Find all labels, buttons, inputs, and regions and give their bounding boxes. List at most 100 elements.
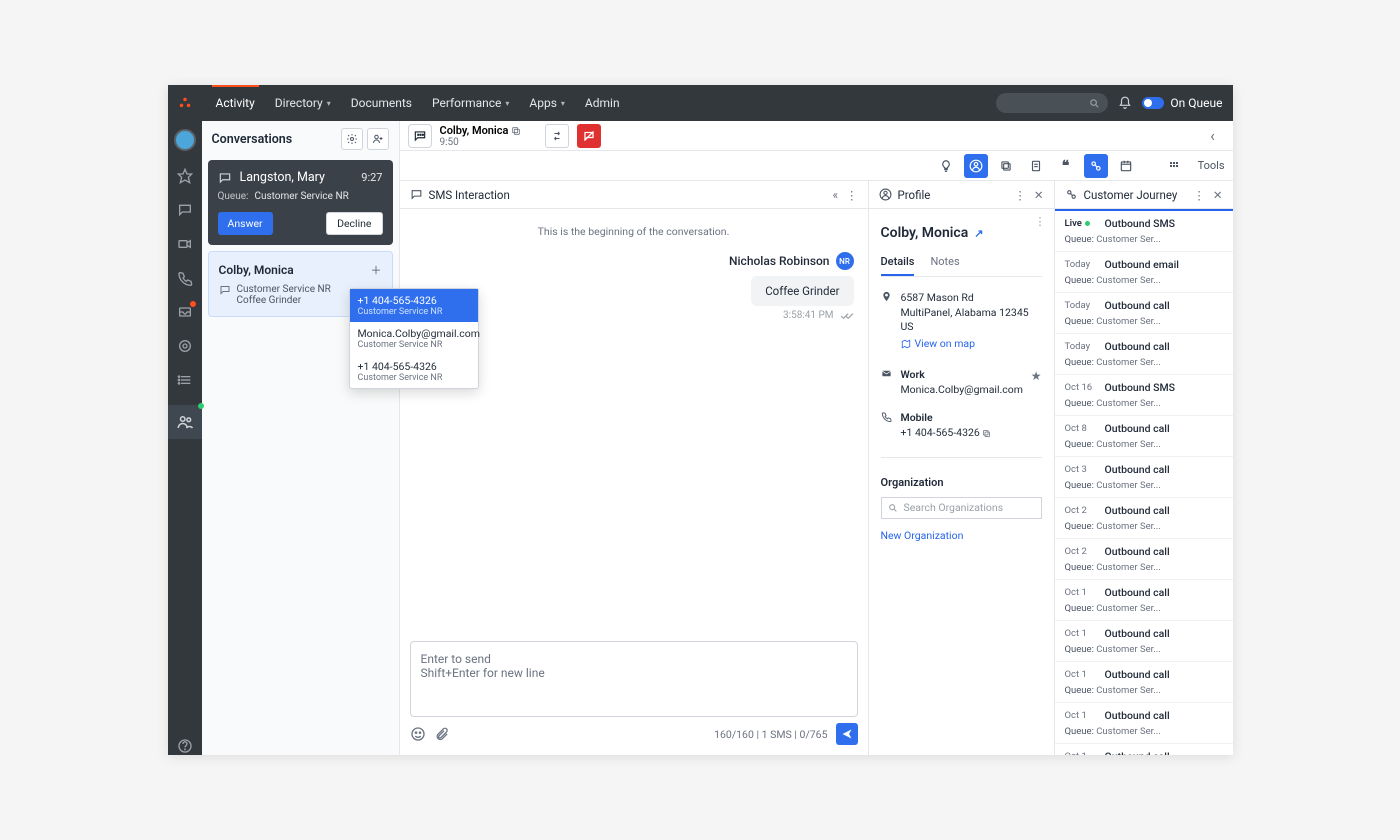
collapse-icon[interactable]: « [833, 188, 838, 202]
tool-schedule[interactable] [1114, 154, 1138, 178]
back-button[interactable]: ‹ [1201, 124, 1225, 148]
tab-notes[interactable]: Notes [930, 251, 959, 276]
journey-row[interactable]: Oct 1Outbound callQueue: Customer Ser... [1055, 621, 1233, 662]
search-icon [888, 503, 898, 513]
journey-row[interactable]: TodayOutbound callQueue: Customer Ser... [1055, 334, 1233, 375]
nav-activity[interactable]: Activity [206, 85, 265, 121]
journey-row[interactable]: Live Outbound SMSQueue: Customer Ser... [1055, 209, 1233, 252]
convo-settings-button[interactable] [341, 128, 363, 150]
tool-notes[interactable] [1024, 154, 1048, 178]
message-icon [219, 284, 231, 296]
active-conversation-card[interactable]: Colby, Monica ＋ Customer Service NR Coff… [208, 251, 393, 317]
nav-performance[interactable]: Performance▾ [422, 85, 519, 121]
emoji-button[interactable] [410, 726, 426, 742]
tool-quote[interactable]: ❝ [1054, 154, 1078, 178]
profile-menu-icon[interactable]: ⋮ [1035, 215, 1046, 228]
add-person-button[interactable] [367, 128, 389, 150]
copy-phone-icon[interactable] [982, 429, 991, 438]
journey-row[interactable]: Oct 2Outbound callQueue: Customer Ser... [1055, 498, 1233, 539]
message-input[interactable]: Enter to send Shift+Enter for new line [410, 641, 858, 717]
more-icon[interactable]: ⋮ [846, 188, 858, 202]
conversations-title: Conversations [212, 132, 293, 147]
journey-row[interactable]: TodayOutbound callQueue: Customer Ser... [1055, 293, 1233, 334]
top-nav: Activity Directory▾ Documents Performanc… [168, 85, 1233, 121]
journey-icon [1065, 188, 1078, 201]
new-organization-link[interactable]: New Organization [881, 529, 1042, 542]
location-icon [881, 291, 893, 354]
sms-title: SMS Interaction [429, 188, 510, 202]
phone-icon[interactable] [176, 269, 194, 287]
tool-grid[interactable] [1162, 154, 1186, 178]
call-time: 9:27 [361, 171, 382, 184]
tab-details[interactable]: Details [881, 251, 915, 276]
contacts-icon[interactable] [168, 405, 202, 439]
popover-item-email[interactable]: Monica.Colby@gmail.comCustomer Service N… [350, 322, 478, 355]
tool-copy[interactable] [994, 154, 1018, 178]
journey-row[interactable]: Oct 3Outbound callQueue: Customer Ser... [1055, 457, 1233, 498]
phone-icon [881, 411, 893, 440]
user-avatar[interactable] [174, 129, 196, 151]
contact-name: Colby, Monica [219, 263, 294, 277]
open-external-icon[interactable]: ↗ [974, 227, 983, 240]
tools-label[interactable]: Tools [1198, 159, 1225, 172]
favorite-email-button[interactable]: ★ [1031, 368, 1042, 385]
profile-close-icon[interactable]: ✕ [1034, 188, 1044, 202]
popover-item-phone-2[interactable]: +1 404-565-4326Customer Service NR [350, 355, 478, 388]
profile-pane: Profile ⋮ ✕ ⋮ Colby, Monica ↗ [869, 181, 1055, 755]
journey-list[interactable]: Live Outbound SMSQueue: Customer Ser...T… [1055, 209, 1233, 755]
nav-admin[interactable]: Admin [575, 85, 630, 121]
transfer-button[interactable] [545, 124, 569, 148]
send-button[interactable] [836, 723, 858, 745]
profile-contact-name: Colby, Monica ↗ [881, 225, 1042, 241]
search-icon [1089, 98, 1100, 109]
decline-button[interactable]: Decline [326, 212, 382, 235]
journey-row[interactable]: Oct 1Outbound callQueue: Customer Ser... [1055, 662, 1233, 703]
popover-item-phone[interactable]: +1 404-565-4326Customer Service NR [350, 289, 478, 322]
journey-close-icon[interactable]: ✕ [1213, 188, 1223, 202]
profile-title: Profile [898, 188, 931, 202]
left-rail [168, 121, 202, 755]
end-interaction-button[interactable] [577, 124, 601, 148]
add-interaction-button[interactable]: ＋ [371, 262, 382, 278]
journey-row[interactable]: Oct 16Outbound SMSQueue: Customer Ser... [1055, 375, 1233, 416]
journey-row[interactable]: Oct 1Outbound callQueue: Customer Ser... [1055, 744, 1233, 755]
nav-documents[interactable]: Documents [341, 85, 422, 121]
chip-time: 9:50 [440, 137, 522, 148]
main-area: Colby, Monica 9:50 ‹ ❝ Tools [400, 121, 1233, 755]
nav-apps[interactable]: Apps▾ [519, 85, 575, 121]
video-icon[interactable] [176, 235, 194, 253]
favorites-icon[interactable] [176, 167, 194, 185]
chat-icon[interactable] [176, 201, 194, 219]
help-icon[interactable] [176, 737, 194, 755]
tool-profile[interactable] [964, 154, 988, 178]
ring-icon[interactable] [176, 337, 194, 355]
context-toolbar: ❝ Tools [400, 151, 1233, 181]
answer-button[interactable]: Answer [218, 212, 273, 235]
tool-lightbulb[interactable] [934, 154, 958, 178]
sms-icon [410, 188, 423, 201]
inbox-icon[interactable] [176, 303, 194, 321]
nav-directory[interactable]: Directory▾ [265, 85, 341, 121]
attachment-button[interactable] [434, 727, 449, 742]
journey-row[interactable]: Oct 1Outbound callQueue: Customer Ser... [1055, 580, 1233, 621]
profile-icon [879, 188, 892, 201]
contact-channel-popover: +1 404-565-4326Customer Service NR Monic… [349, 288, 479, 389]
tool-journey[interactable] [1084, 154, 1108, 178]
queue-toggle[interactable]: On Queue [1142, 96, 1222, 110]
global-search[interactable] [996, 93, 1108, 113]
list-icon[interactable] [176, 371, 194, 389]
sms-pane: SMS Interaction « ⋮ This is the beginnin… [400, 181, 869, 755]
journey-row[interactable]: TodayOutbound emailQueue: Customer Ser..… [1055, 252, 1233, 293]
email-icon [881, 368, 893, 397]
incoming-call-card[interactable]: Langston, Mary 9:27 Queue:Customer Servi… [208, 160, 393, 245]
journey-row[interactable]: Oct 1Outbound callQueue: Customer Ser... [1055, 703, 1233, 744]
view-on-map-link[interactable]: View on map [901, 337, 976, 352]
profile-more-icon[interactable]: ⋮ [1014, 188, 1026, 202]
sender-name: Nicholas Robinson [729, 254, 830, 268]
notifications-icon[interactable] [1118, 96, 1132, 110]
journey-more-icon[interactable]: ⋮ [1193, 188, 1205, 202]
journey-row[interactable]: Oct 8Outbound callQueue: Customer Ser... [1055, 416, 1233, 457]
copy-icon[interactable] [511, 126, 521, 136]
org-search-input[interactable]: Search Organizations [881, 497, 1042, 519]
journey-row[interactable]: Oct 2Outbound callQueue: Customer Ser... [1055, 539, 1233, 580]
